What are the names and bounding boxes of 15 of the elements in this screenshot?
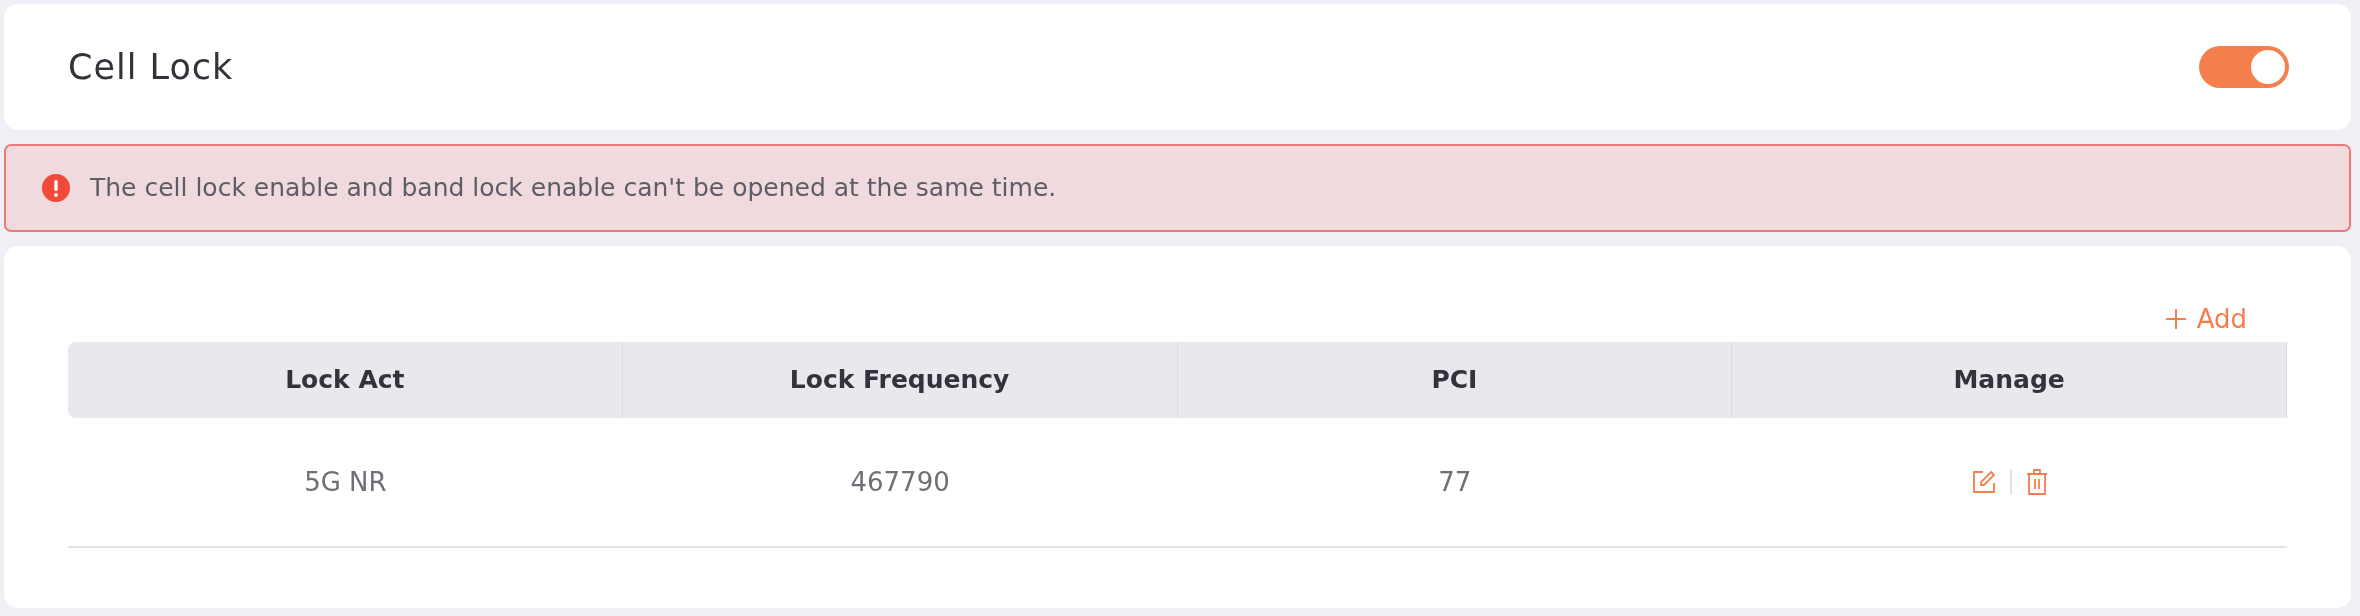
table-cell: 5G NR [68, 418, 623, 548]
column-header: PCI [1177, 342, 1733, 418]
plus-icon [2164, 308, 2187, 330]
alert-message: The cell lock enable and band lock enable can't be opened at the same time. [90, 172, 1057, 205]
column-header: Lock Frequency [622, 342, 1178, 418]
column-header: Manage [1732, 342, 2287, 418]
add-button[interactable]: Add [2164, 296, 2247, 342]
table-cell: 467790 [622, 418, 1178, 548]
toggle-switch[interactable] [2199, 46, 2289, 88]
edit-icon[interactable] [1971, 470, 1996, 494]
page-title: Cell Lock [68, 45, 234, 89]
error-icon [42, 174, 70, 202]
column-header: Lock Act [68, 342, 623, 418]
table-cell: 77 [1177, 418, 1733, 548]
trash-icon[interactable] [2025, 469, 2048, 495]
